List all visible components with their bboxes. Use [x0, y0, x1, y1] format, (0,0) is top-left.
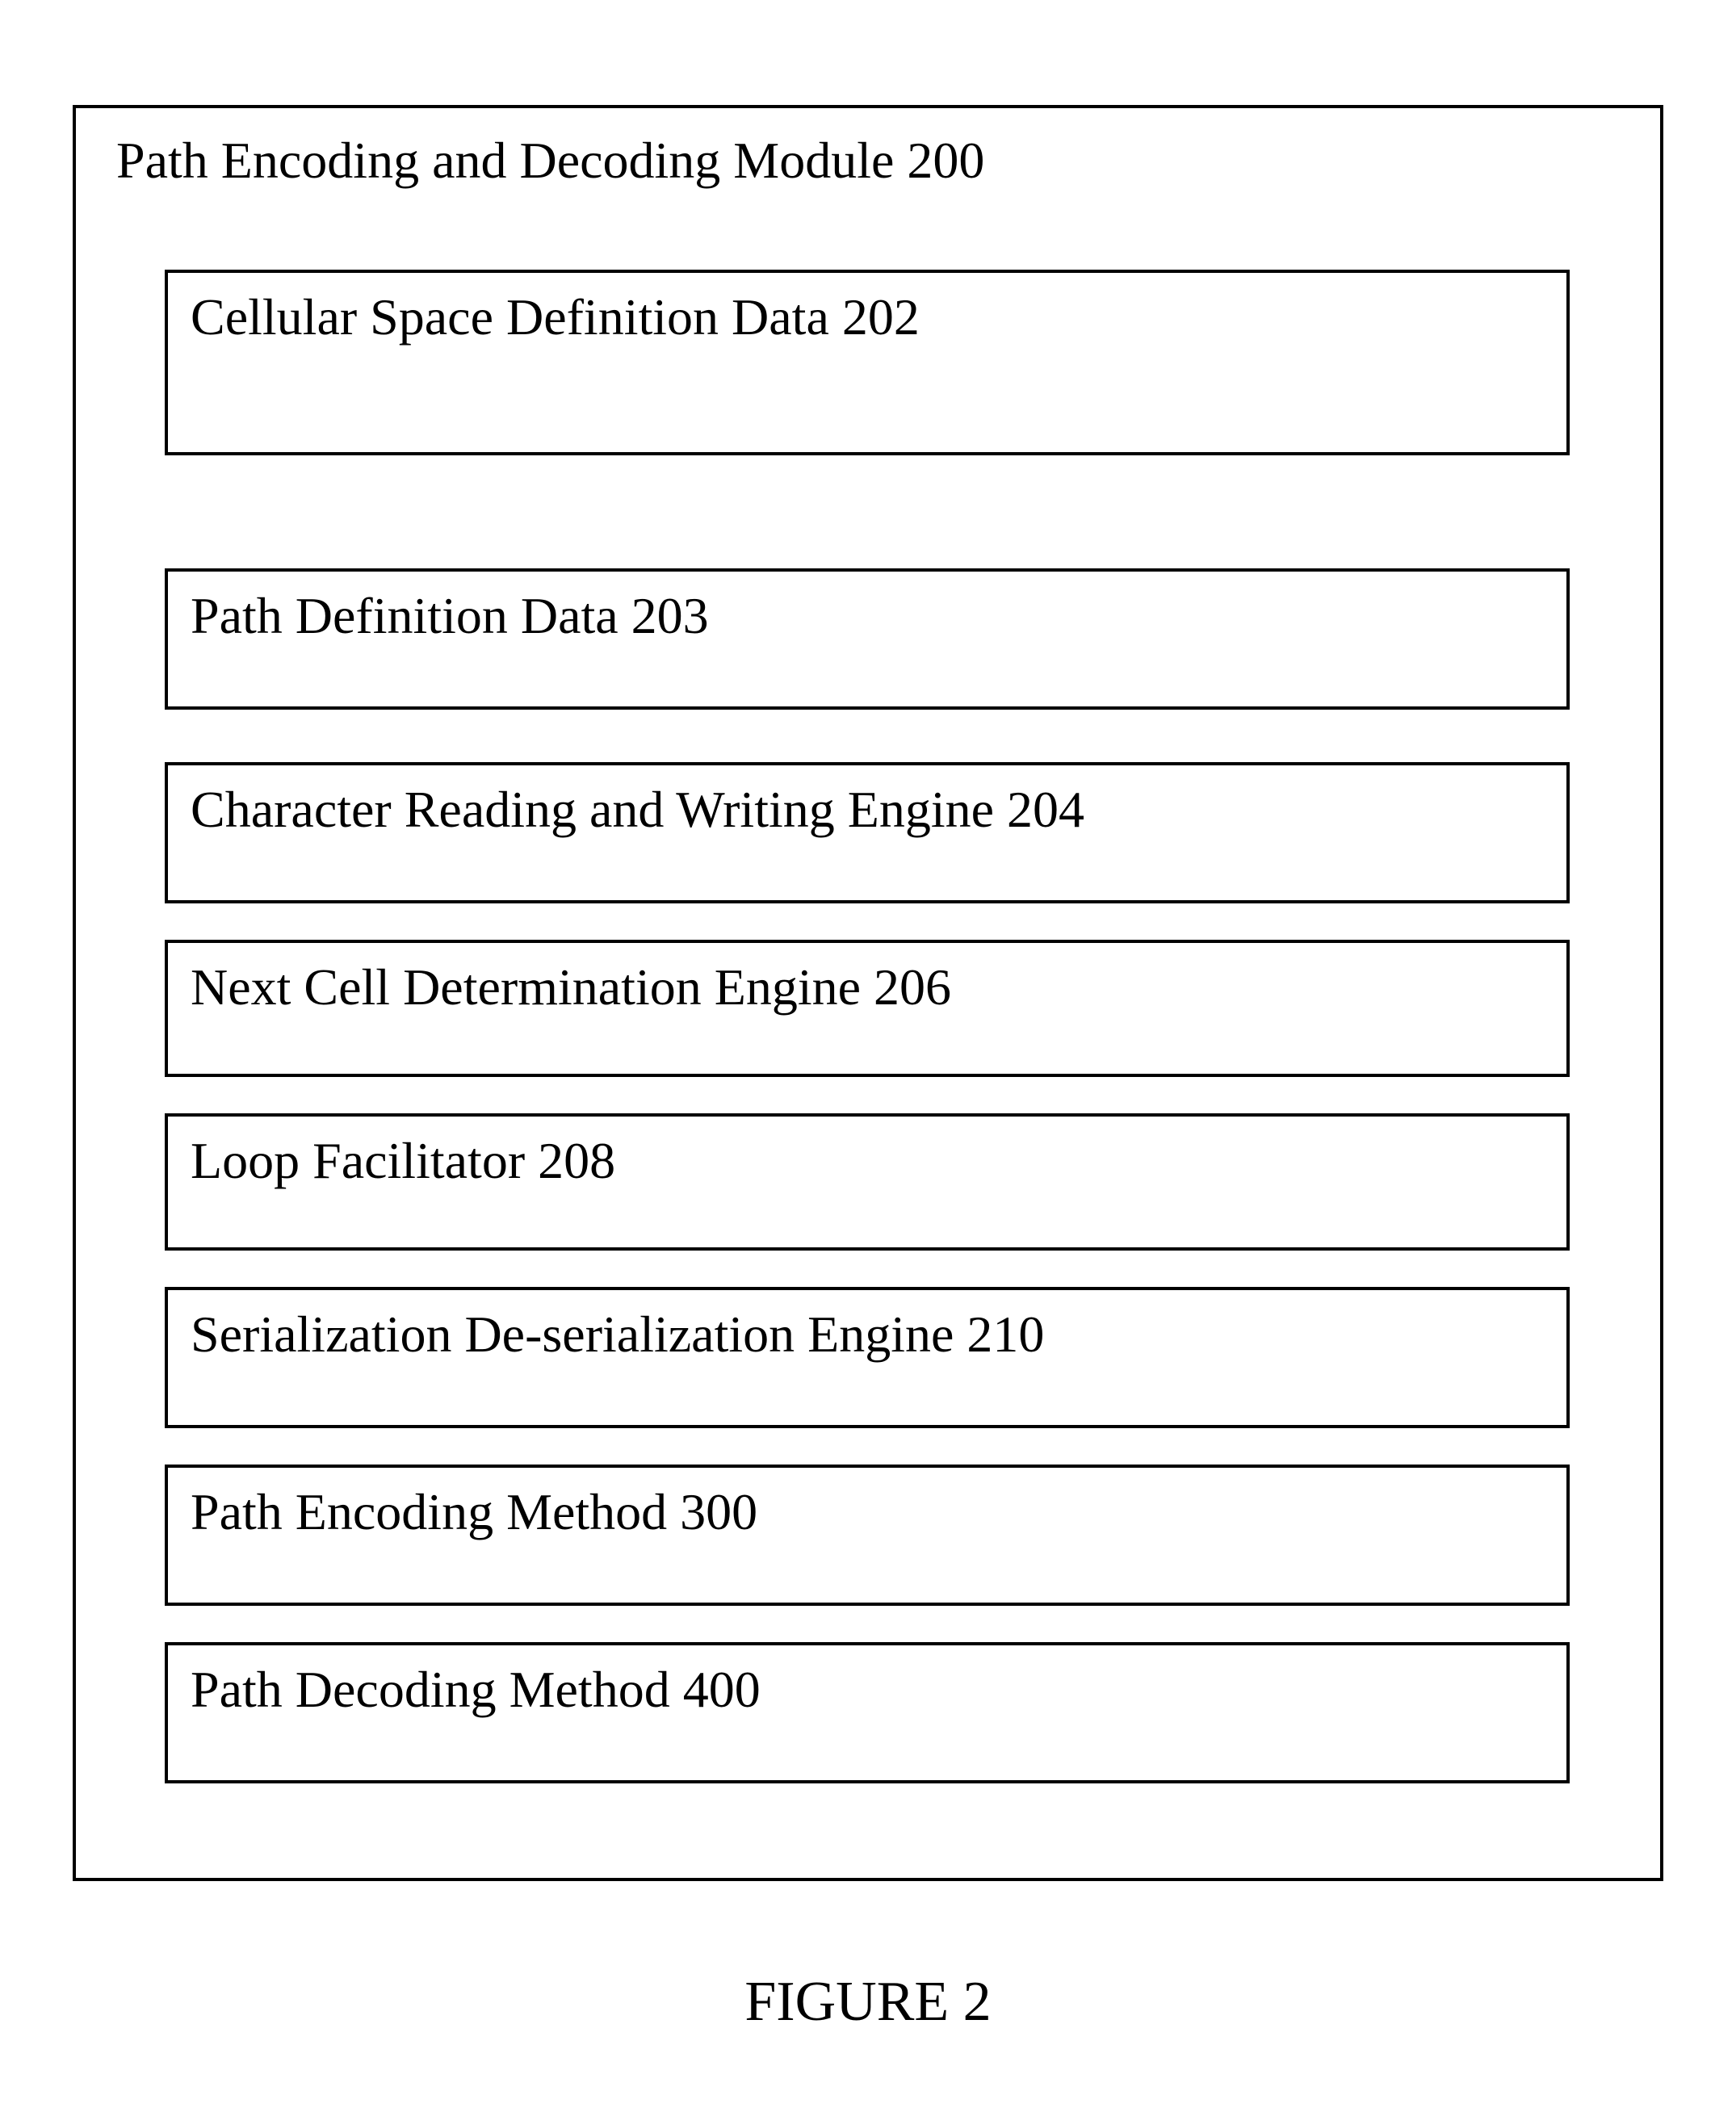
- component-label: Next Cell Determination Engine 206: [191, 958, 951, 1017]
- component-label: Path Decoding Method 400: [191, 1660, 761, 1720]
- module-title: Path Encoding and Decoding Module 200: [76, 131, 1660, 191]
- component-label: Path Encoding Method 300: [191, 1482, 757, 1542]
- component-label: Serialization De-serialization Engine 21…: [191, 1305, 1044, 1364]
- component-character-rw-engine: Character Reading and Writing Engine 204: [165, 762, 1570, 903]
- component-next-cell-engine: Next Cell Determination Engine 206: [165, 940, 1570, 1077]
- component-label: Cellular Space Definition Data 202: [191, 287, 920, 347]
- module-container: Path Encoding and Decoding Module 200 Ce…: [73, 105, 1663, 1881]
- component-path-decoding-method: Path Decoding Method 400: [165, 1642, 1570, 1783]
- component-cellular-space-definition: Cellular Space Definition Data 202: [165, 270, 1570, 455]
- component-path-definition: Path Definition Data 203: [165, 568, 1570, 710]
- component-serialization-engine: Serialization De-serialization Engine 21…: [165, 1287, 1570, 1428]
- component-label: Path Definition Data 203: [191, 586, 709, 646]
- component-loop-facilitator: Loop Facilitator 208: [165, 1113, 1570, 1251]
- component-path-encoding-method: Path Encoding Method 300: [165, 1465, 1570, 1606]
- figure-caption: FIGURE 2: [0, 1970, 1736, 2034]
- component-label: Character Reading and Writing Engine 204: [191, 780, 1084, 840]
- component-label: Loop Facilitator 208: [191, 1131, 615, 1191]
